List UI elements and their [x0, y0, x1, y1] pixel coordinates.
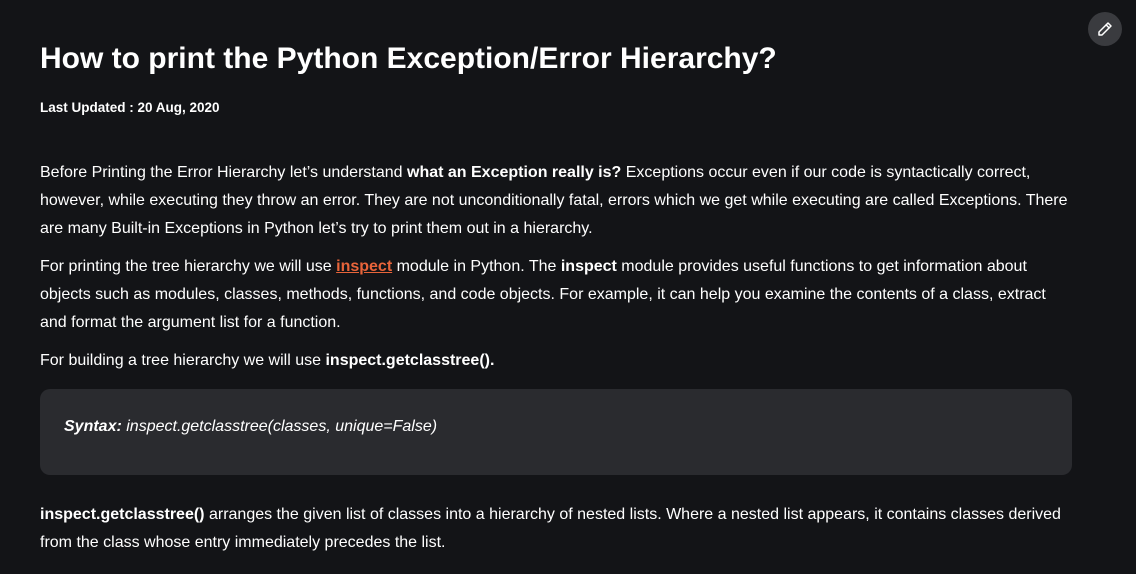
edit-button[interactable] — [1088, 12, 1122, 46]
paragraph-intro: Before Printing the Error Hierarchy let’… — [40, 159, 1072, 243]
text: module in Python. The — [392, 258, 561, 275]
syntax-code: inspect.getclasstree(classes, unique=Fal… — [121, 418, 438, 435]
text: Before Printing the Error Hierarchy let’… — [40, 164, 407, 181]
bold-text: inspect — [560, 258, 617, 275]
paragraph-inspect: For printing the tree hierarchy we will … — [40, 253, 1072, 337]
last-updated: Last Updated : 20 Aug, 2020 — [40, 100, 220, 115]
text: For building a tree hierarchy we will us… — [40, 352, 326, 369]
page: How to print the Python Exception/Error … — [0, 0, 1136, 574]
inspect-link[interactable]: inspect — [336, 258, 392, 275]
text: For printing the tree hierarchy we will … — [40, 258, 337, 275]
paragraph-getclasstree: For building a tree hierarchy we will us… — [40, 347, 1072, 375]
syntax-box: Syntax: inspect.getclasstree(classes, un… — [40, 389, 1072, 475]
bold-text: what an Exception really is? — [407, 164, 622, 181]
page-title: How to print the Python Exception/Error … — [40, 42, 777, 75]
bold-text: inspect.getclasstree(). — [325, 352, 495, 369]
article-body: Before Printing the Error Hierarchy let’… — [40, 159, 1072, 567]
paragraph-description: inspect.getclasstree() arranges the give… — [40, 501, 1072, 557]
bold-text: inspect.getclasstree() — [40, 506, 205, 523]
pencil-icon — [1098, 22, 1112, 36]
syntax-label: Syntax: — [64, 418, 122, 435]
